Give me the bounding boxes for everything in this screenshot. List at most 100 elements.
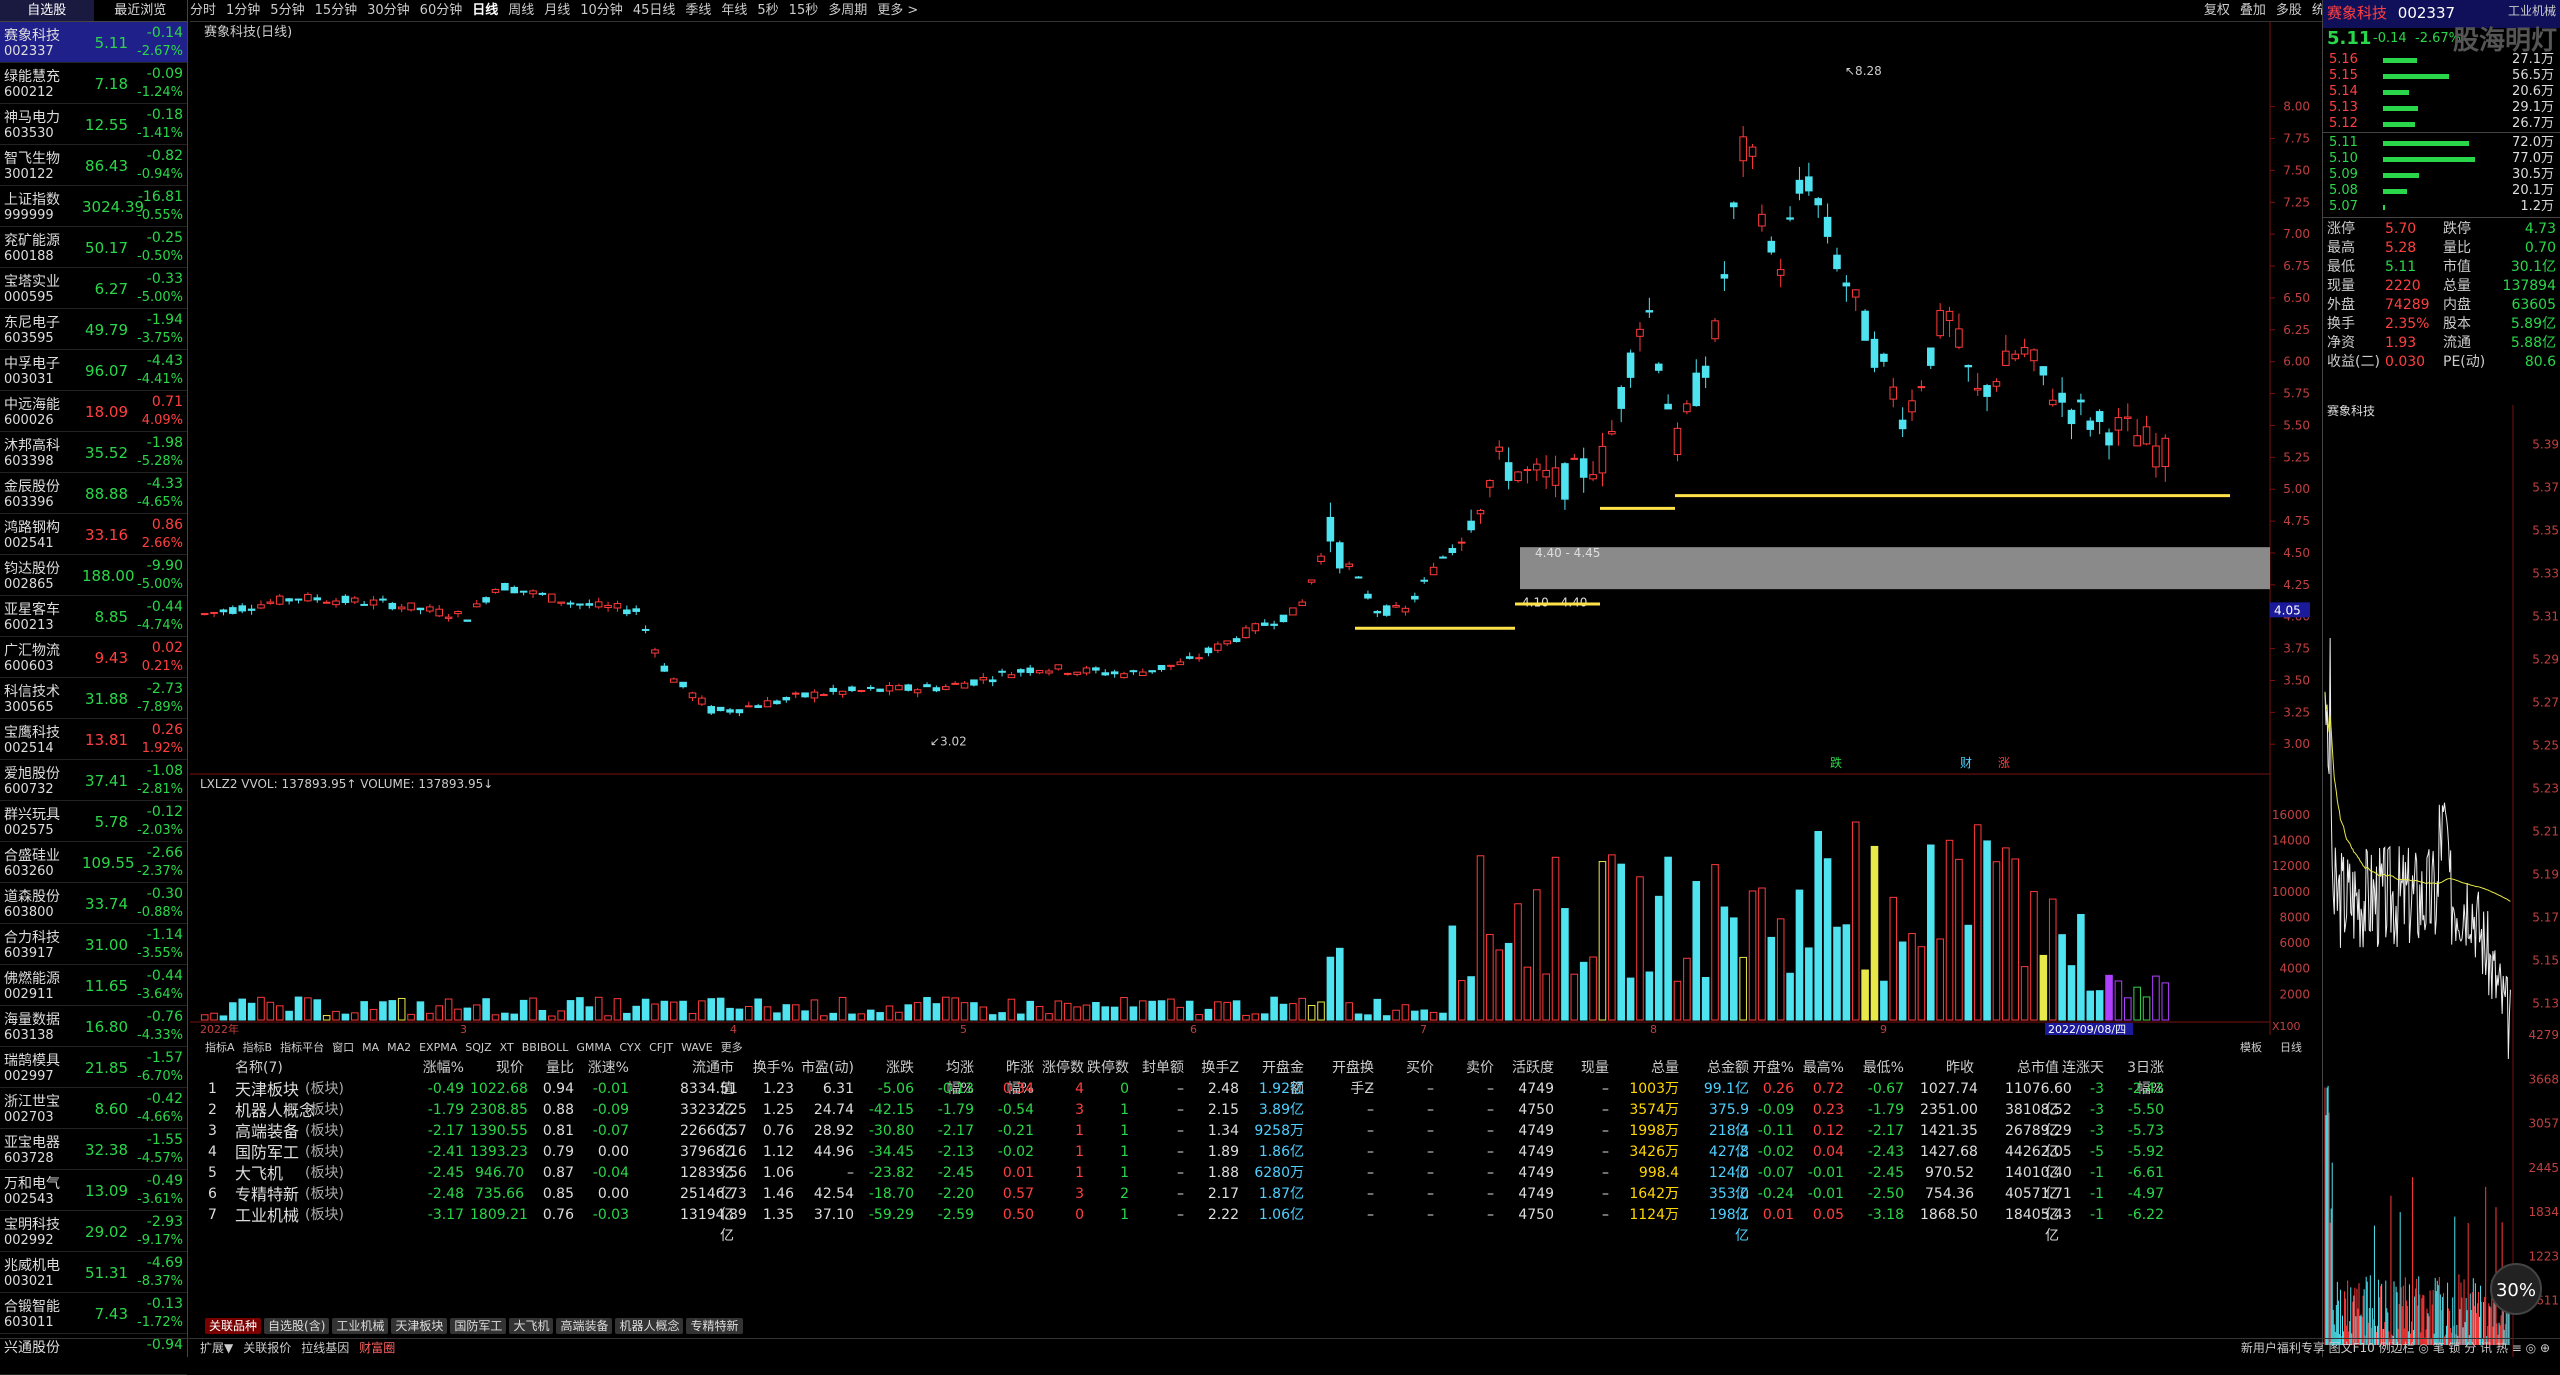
period-tab[interactable]: 45日线: [633, 0, 676, 22]
column-header[interactable]: 涨跌: [860, 1058, 914, 1079]
column-header[interactable]: 总量: [1625, 1058, 1679, 1079]
table-row[interactable]: 6 专精特新 (板块) -2.48 735.66 0.85 0.00 25146.73亿 1.4…: [200, 1184, 2320, 1223]
indicator-tab[interactable]: 指标平台: [280, 1041, 324, 1054]
column-header[interactable]: 涨幅%: [410, 1058, 464, 1079]
watchlist-item[interactable]: 道森股份 603800 33.74 -0.30 -0.88%: [0, 883, 187, 924]
watchlist-item[interactable]: 爱旭股份 600732 37.41 -1.08 -2.81%: [0, 760, 187, 801]
table-row[interactable]: 7 工业机械 (板块) -3.17 1809.21 0.76 -0.03 13194.89亿 1…: [200, 1205, 2320, 1244]
indicator-tab[interactable]: BBIBOLL: [522, 1041, 569, 1054]
indicator-tab[interactable]: 更多: [721, 1041, 743, 1054]
bottom-tab[interactable]: 机器人概念: [615, 1318, 684, 1334]
toolbar-button[interactable]: 多股: [2276, 0, 2302, 22]
column-header[interactable]: 换手Z: [1185, 1058, 1239, 1079]
period-tab[interactable]: 15秒: [789, 0, 819, 22]
period-tab[interactable]: 日线: [472, 0, 498, 22]
column-header[interactable]: 现量: [1555, 1058, 1609, 1079]
bottom-tab[interactable]: 自选股(含): [264, 1318, 330, 1334]
kline-chart[interactable]: 赛象科技(日线) 8.00 7.75 7.50 7.25 7.00 6.75 6.50 6.25…: [190, 22, 2320, 1035]
toolbar-button[interactable]: 复权: [2204, 0, 2230, 22]
period-tab[interactable]: 季线: [685, 0, 711, 22]
column-header[interactable]: 跌停数: [1075, 1058, 1129, 1079]
watchlist-item[interactable]: 智飞生物 300122 86.43 -0.82 -0.94%: [0, 145, 187, 186]
indicator-tab[interactable]: SQJZ: [465, 1041, 491, 1054]
watchlist-item[interactable]: 亚星客车 600213 8.85 -0.44 -4.74%: [0, 596, 187, 637]
column-header[interactable]: 连涨天: [2050, 1058, 2104, 1079]
period-tab[interactable]: 60分钟: [420, 0, 463, 22]
period-tab[interactable]: 月线: [544, 0, 570, 22]
indicator-tab[interactable]: WAVE: [681, 1041, 713, 1054]
watchlist-item[interactable]: 瑞鹄模具 002997 21.85 -1.57 -6.70%: [0, 1047, 187, 1088]
watchlist-item[interactable]: 宝鹰科技 002514 13.81 0.26 1.92%: [0, 719, 187, 760]
watchlist-item[interactable]: 上证指数 999999 3024.39 -16.81 -0.55%: [0, 186, 187, 227]
column-header[interactable]: 市盈(动): [800, 1058, 854, 1079]
column-header[interactable]: 换手%: [740, 1058, 794, 1079]
watchlist-item[interactable]: 东尼电子 603595 49.79 -1.94 -3.75%: [0, 309, 187, 350]
table-row[interactable]: 2 机器人概念 (板块) -1.79 2308.85 0.88 -0.09 33232.25亿…: [200, 1100, 2320, 1139]
status-right[interactable]: 新用户福利专享 图文F10 例边栏 ◎ 笔 锁 分 讯 热 ≡ ◎ ⊕: [2241, 1339, 2550, 1358]
watchlist-item[interactable]: 宝明科技 002992 29.02 -2.93 -9.17%: [0, 1211, 187, 1252]
column-header[interactable]: 卖价: [1440, 1058, 1494, 1079]
column-header[interactable]: 量比: [520, 1058, 574, 1079]
period-tab[interactable]: 更多 >: [877, 0, 918, 22]
column-header[interactable]: 名称(7): [235, 1058, 283, 1079]
column-header[interactable]: 活跃度: [1500, 1058, 1554, 1079]
bottom-tab[interactable]: 工业机械: [332, 1318, 389, 1334]
indicator-tab[interactable]: CYX: [619, 1041, 641, 1054]
watchlist-item[interactable]: 合盛硅业 603260 109.55 -2.66 -2.37%: [0, 842, 187, 883]
watchlist-item[interactable]: 绿能慧充 600212 7.18 -0.09 -1.24%: [0, 63, 187, 104]
period-tab[interactable]: 5秒: [757, 0, 778, 22]
period-tab[interactable]: 1分钟: [226, 0, 260, 22]
indicator-tab[interactable]: MA: [362, 1041, 379, 1054]
watchlist-item[interactable]: 宝塔实业 000595 6.27 -0.33 -5.00%: [0, 268, 187, 309]
table-row[interactable]: 3 高端装备 (板块) -2.17 1390.55 0.81 -0.07 22660.57亿 0…: [200, 1121, 2320, 1160]
watchlist-item[interactable]: 钧达股份 002865 188.00 -9.90 -5.00%: [0, 555, 187, 596]
bottom-tab[interactable]: 高端装备: [556, 1318, 613, 1334]
status-item[interactable]: 财富圈: [359, 1341, 395, 1355]
watchlist-item[interactable]: 群兴玩具 002575 5.78 -0.12 -2.03%: [0, 801, 187, 842]
template-tab[interactable]: 日线: [2280, 1041, 2302, 1054]
indicator-tab[interactable]: 指标B: [243, 1041, 273, 1054]
industry-tag[interactable]: 工业机械: [2508, 2, 2556, 19]
bottom-tab[interactable]: 国防军工: [450, 1318, 507, 1334]
watchlist-item[interactable]: 金辰股份 603396 88.88 -4.33 -4.65%: [0, 473, 187, 514]
bottom-tab[interactable]: 关联品种: [205, 1318, 262, 1334]
watchlist-item[interactable]: 中远海能 600026 18.09 0.71 4.09%: [0, 391, 187, 432]
bottom-tab[interactable]: 天津板块: [391, 1318, 448, 1334]
indicator-tab[interactable]: MA2: [387, 1041, 411, 1054]
watchlist-item[interactable]: 兖矿能源 600188 50.17 -0.25 -0.50%: [0, 227, 187, 268]
period-tab[interactable]: 30分钟: [367, 0, 410, 22]
status-item[interactable]: 拉线基因: [301, 1341, 349, 1355]
watchlist-item[interactable]: 万和电气 002543 13.09 -0.49 -3.61%: [0, 1170, 187, 1211]
tab-recent[interactable]: 最近浏览: [94, 0, 188, 21]
table-row[interactable]: 4 国防军工 (板块) -2.41 1393.23 0.79 0.00 37968.16亿 1.…: [200, 1142, 2320, 1181]
watchlist-item[interactable]: 中孚电子 003031 96.07 -4.43 -4.41%: [0, 350, 187, 391]
period-tab[interactable]: 年线: [721, 0, 747, 22]
watchlist-item[interactable]: 赛象科技 002337 5.11 -0.14 -2.67%: [0, 22, 187, 63]
period-tab[interactable]: 10分钟: [580, 0, 623, 22]
watchlist-item[interactable]: 合锻智能 603011 7.43 -0.13 -1.72%: [0, 1293, 187, 1334]
indicator-tab[interactable]: GMMA: [576, 1041, 611, 1054]
intraday-mini-chart[interactable]: 赛象科技 5.39 5.37 5.35 5.33 5.31 5.29 5.27 5.25 5.23…: [2322, 405, 2560, 1357]
bottom-tab[interactable]: 专精特新: [686, 1318, 743, 1334]
column-header[interactable]: 最低%: [1850, 1058, 1904, 1079]
watchlist-item[interactable]: 广汇物流 600603 9.43 0.02 0.21%: [0, 637, 187, 678]
indicator-tab[interactable]: XT: [500, 1041, 514, 1054]
column-header[interactable]: 涨速%: [575, 1058, 629, 1079]
zoom-badge[interactable]: 30%: [2490, 1263, 2542, 1315]
column-header[interactable]: 最高%: [1790, 1058, 1844, 1079]
watchlist-item[interactable]: 亚宝电器 603728 32.38 -1.55 -4.57%: [0, 1129, 187, 1170]
watchlist-item[interactable]: 神马电力 603530 12.55 -0.18 -1.41%: [0, 104, 187, 145]
indicator-tab[interactable]: 窗口: [332, 1041, 354, 1054]
status-item[interactable]: 扩展▼: [200, 1341, 233, 1355]
watchlist-item[interactable]: 沐邦高科 603398 35.52 -1.98 -5.28%: [0, 432, 187, 473]
watchlist-item[interactable]: 佛燃能源 002911 11.65 -0.44 -3.64%: [0, 965, 187, 1006]
template-tab[interactable]: 模板: [2240, 1041, 2262, 1054]
status-item[interactable]: 关联报价: [243, 1341, 291, 1355]
period-tab[interactable]: 5分钟: [270, 0, 304, 22]
watchlist-item[interactable]: 兆威机电 003021 51.31 -4.69 -8.37%: [0, 1252, 187, 1293]
toolbar-button[interactable]: 叠加: [2240, 0, 2266, 22]
table-row[interactable]: 1 天津板块 (板块) -0.49 1022.68 0.94 -0.01 8334.51亿 1.…: [200, 1079, 2320, 1118]
watchlist-item[interactable]: 浙江世宝 002703 8.60 -0.42 -4.66%: [0, 1088, 187, 1129]
table-row[interactable]: 5 大飞机 (板块) -2.45 946.70 0.87 -0.04 12839.56亿 1.0…: [200, 1163, 2320, 1202]
indicator-tab[interactable]: CFJT: [649, 1041, 673, 1054]
